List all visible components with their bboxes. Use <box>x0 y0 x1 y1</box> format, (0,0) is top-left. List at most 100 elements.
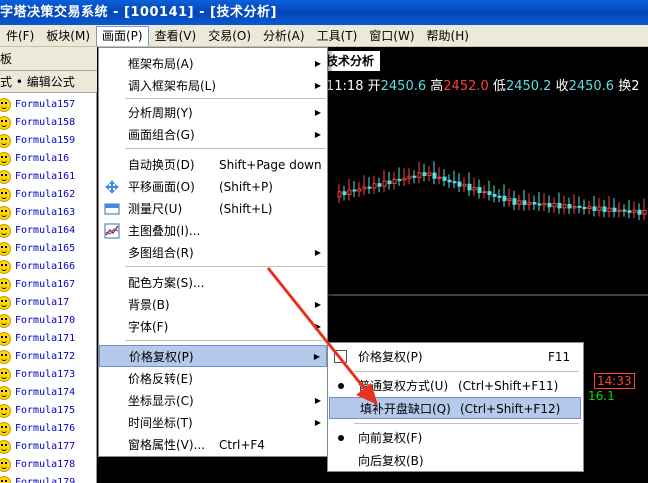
formula-name: Formula173 <box>15 369 76 380</box>
submenu-item-label: 价格复权(P) <box>358 350 423 364</box>
turnover-label: 换2 <box>618 79 640 94</box>
candle-body <box>527 202 532 205</box>
formula-list-item[interactable]: Formula16 <box>0 150 97 168</box>
formula-list-item[interactable]: Formula174 <box>0 384 97 402</box>
smiley-icon <box>0 422 11 436</box>
menu-item-1[interactable]: 框架布局(A) ▶ <box>99 53 327 75</box>
formula-list-item[interactable]: Formula176 <box>0 420 97 438</box>
submenu-item-5[interactable]: 向后复权(B) <box>328 450 583 472</box>
formula-list-item[interactable]: Formula163 <box>0 204 97 222</box>
candle-body <box>547 202 552 208</box>
formula-list-item[interactable]: Formula178 <box>0 456 97 474</box>
menu-item-11[interactable]: 背景(B) ▶ <box>99 294 327 316</box>
menu-item-12[interactable]: 字体(F) ▶ <box>99 316 327 338</box>
formula-list-item[interactable]: Formula164 <box>0 222 97 240</box>
formula-name: Formula177 <box>15 441 76 452</box>
candle-body <box>582 206 587 210</box>
menu-item-16[interactable]: 时间坐标(T) ▶ <box>99 412 327 434</box>
menu-item-9[interactable]: 多图组合(R) ▶ <box>99 242 327 264</box>
formula-list-item[interactable]: Formula177 <box>0 438 97 456</box>
high-value: 2452.0 <box>443 79 489 94</box>
panel-tab[interactable]: 板 <box>0 47 97 71</box>
menu-item-6[interactable]: 平移画面(O) (Shift+P) <box>99 176 327 198</box>
formula-list-item[interactable]: Formula165 <box>0 240 97 258</box>
submenu-arrow-icon: ▶ <box>314 248 321 257</box>
menu-item-8[interactable]: 主图叠加(I)... <box>99 220 327 242</box>
indicator-value: 16.1 <box>588 389 615 403</box>
candle-body <box>572 205 577 209</box>
candle-body <box>352 189 357 192</box>
formula-list-item[interactable]: Formula159 <box>0 132 97 150</box>
formula-list-item[interactable]: Formula158 <box>0 114 97 132</box>
radio-check-icon <box>338 383 344 389</box>
formula-list-item[interactable]: Formula171 <box>0 330 97 348</box>
candle-body <box>537 203 542 206</box>
candle-body <box>542 202 547 206</box>
candle-body <box>417 172 422 178</box>
menu-trade[interactable]: 交易(O) <box>202 26 257 46</box>
tab-technical-analysis[interactable]: 技术分析 <box>320 51 380 71</box>
candle-body <box>512 198 517 205</box>
candle-body <box>587 206 592 210</box>
candle-body <box>422 172 427 176</box>
candle-body <box>482 191 487 194</box>
formula-list-item[interactable]: Formula170 <box>0 312 97 330</box>
candle-body <box>622 209 627 212</box>
open-label: 开 <box>367 79 381 94</box>
formula-list-item[interactable]: Formula167 <box>0 276 97 294</box>
menu-separator <box>125 340 325 341</box>
candle-body <box>477 187 482 194</box>
formula-list-item[interactable]: Formula161 <box>0 168 97 186</box>
menu-bar: 件(F) 板块(M) 画面(P) 查看(V) 交易(O) 分析(A) 工具(T)… <box>0 25 648 47</box>
menu-item-shortcut: Shift+Page down <box>219 158 322 172</box>
submenu-item-3[interactable]: 填补开盘缺口(Q) (Ctrl+Shift+F12) <box>329 397 581 419</box>
submenu-item-1[interactable]: 价格复权(P) F11 <box>328 346 583 368</box>
candle-body <box>372 183 377 189</box>
menu-item-5[interactable]: 自动换页(D) Shift+Page down <box>99 154 327 176</box>
formula-list-item[interactable]: Formula179 <box>0 474 97 483</box>
menu-item-2[interactable]: 调入框架布局(L) ▶ <box>99 75 327 97</box>
candle-body <box>487 191 492 196</box>
menu-file[interactable]: 件(F) <box>0 26 40 46</box>
close-label: 收 <box>555 79 569 94</box>
formula-list-item[interactable]: Formula166 <box>0 258 97 276</box>
candle-body <box>357 188 362 192</box>
candle-body <box>432 172 437 179</box>
submenu-item-4[interactable]: 向前复权(F) <box>328 427 583 449</box>
candle-body <box>467 183 472 191</box>
menu-item-10[interactable]: 配色方案(S)... <box>99 272 327 294</box>
menu-view[interactable]: 查看(V) <box>149 26 203 46</box>
menu-item-15[interactable]: 坐标显示(C) ▶ <box>99 390 327 412</box>
formula-list-item[interactable]: Formula172 <box>0 348 97 366</box>
candle-body <box>447 179 452 183</box>
edit-formula-toolbar[interactable]: 式 • 编辑公式 <box>0 71 97 93</box>
menu-item-label: 自动换页(D) <box>128 158 195 172</box>
menu-item-4[interactable]: 画面组合(G) ▶ <box>99 124 327 146</box>
formula-list-item[interactable]: Formula17 <box>0 294 97 312</box>
menu-window[interactable]: 窗口(W) <box>363 26 420 46</box>
menu-item-14[interactable]: 价格反转(E) <box>99 368 327 390</box>
formula-list-item[interactable]: Formula162 <box>0 186 97 204</box>
menu-item-label: 窗格属性(V)... <box>128 438 206 452</box>
menu-item-7[interactable]: 测量尺(U) (Shift+L) <box>99 198 327 220</box>
menu-item-3[interactable]: 分析周期(Y) ▶ <box>99 102 327 124</box>
candle-body <box>397 178 402 181</box>
menu-item-17[interactable]: 窗格属性(V)... Ctrl+F4 <box>99 434 327 456</box>
menu-tools[interactable]: 工具(T) <box>311 26 364 46</box>
formula-name: Formula162 <box>15 189 76 200</box>
formula-list-item[interactable]: Formula175 <box>0 402 97 420</box>
formula-list-item[interactable]: Formula157 <box>0 96 97 114</box>
menu-screen[interactable]: 画面(P) <box>96 25 149 46</box>
smiley-icon <box>0 404 11 418</box>
formula-list-item[interactable]: Formula173 <box>0 366 97 384</box>
candle-body <box>627 210 632 213</box>
menu-help[interactable]: 帮助(H) <box>421 26 475 46</box>
menu-item-13[interactable]: 价格复权(P) ▶ <box>99 345 327 367</box>
menu-block[interactable]: 板块(M) <box>40 26 96 46</box>
formula-name: Formula157 <box>15 99 76 110</box>
formula-name: Formula171 <box>15 333 76 344</box>
submenu-item-2[interactable]: 普通复权方式(U) (Ctrl+Shift+F11) <box>328 375 583 397</box>
menu-item-label: 价格反转(E) <box>128 372 193 386</box>
menu-analysis[interactable]: 分析(A) <box>257 26 311 46</box>
window-title: 字塔决策交易系统 - [100141] - [技术分析] <box>0 5 277 20</box>
